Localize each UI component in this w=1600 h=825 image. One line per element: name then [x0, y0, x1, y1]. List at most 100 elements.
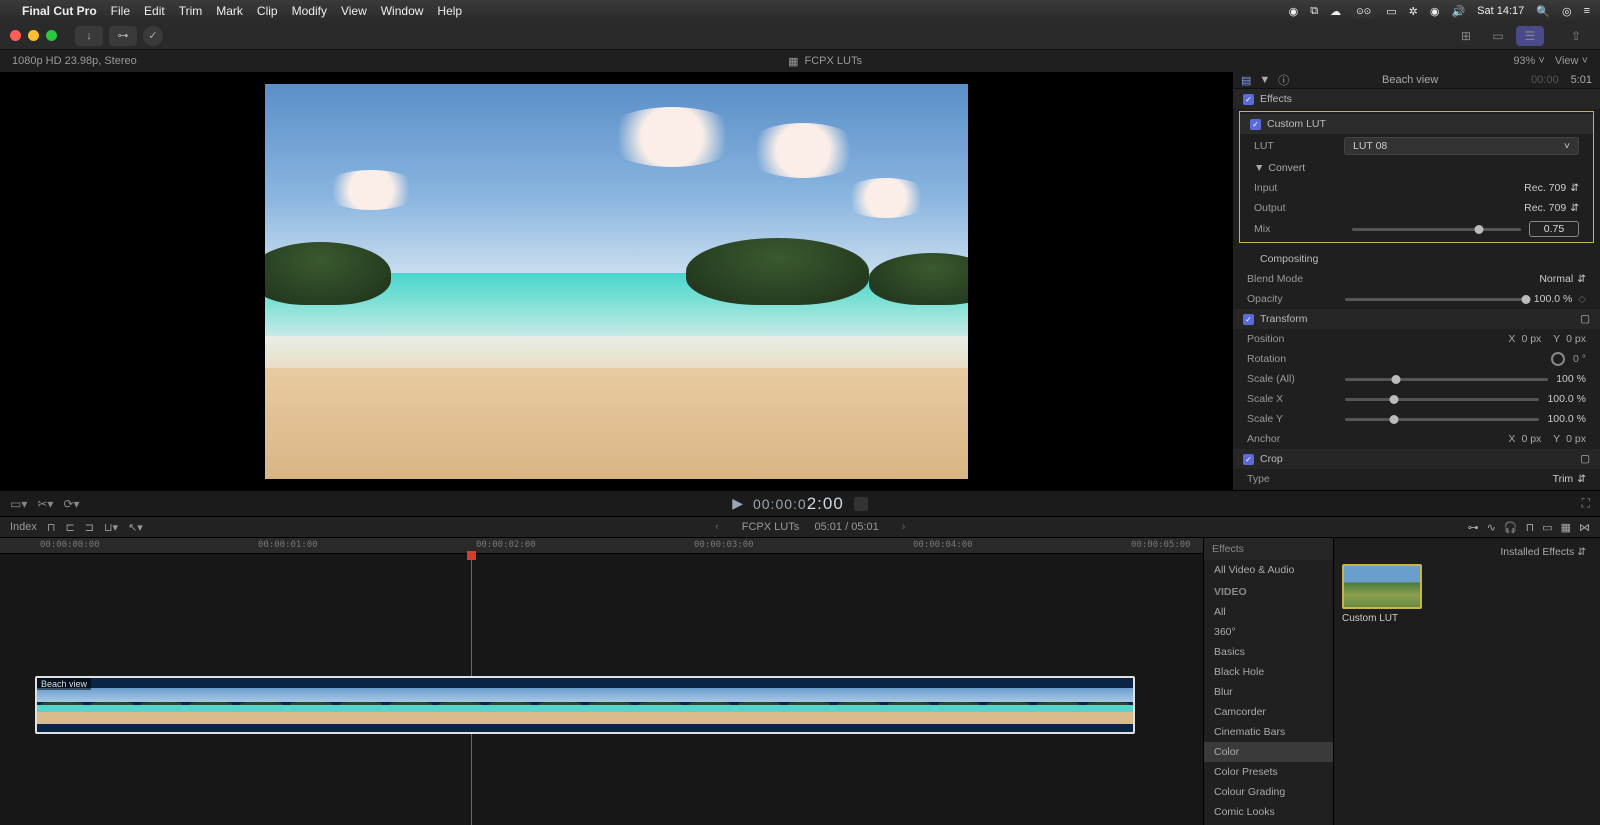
fullscreen-button[interactable]: ⛶ [1582, 496, 1590, 510]
scale-y-value[interactable]: 100.0 % [1547, 413, 1586, 425]
clip-appearance-button[interactable]: ▭▾ [10, 497, 27, 511]
audio-meter-icon[interactable] [854, 497, 868, 511]
menu-window[interactable]: Window [381, 4, 424, 18]
crop-checkbox[interactable]: ✓ [1243, 454, 1254, 465]
timeline-project-name[interactable]: FCPX LUTs [742, 521, 799, 533]
cc-icon[interactable]: ⊙⊙ [1353, 5, 1374, 18]
effects-section-header[interactable]: ✓ Effects [1233, 89, 1600, 109]
anchor-y-value[interactable]: 0 px [1566, 433, 1586, 445]
pos-x-value[interactable]: 0 px [1521, 333, 1541, 345]
timeline-tracks[interactable]: Beach view [0, 554, 1203, 825]
transform-checkbox[interactable]: ✓ [1243, 314, 1254, 325]
import-button[interactable]: ↓ [75, 26, 103, 46]
display-icon[interactable]: ▭ [1386, 5, 1396, 18]
notification-center-icon[interactable]: ≡ [1584, 5, 1590, 17]
scale-x-value[interactable]: 100.0 % [1547, 393, 1586, 405]
stepper-icon[interactable]: ⇵ [1577, 473, 1586, 485]
scale-x-slider[interactable] [1345, 398, 1539, 401]
custom-lut-checkbox[interactable]: ✓ [1250, 119, 1261, 130]
rotation-dial-icon[interactable] [1551, 352, 1565, 366]
crop-header[interactable]: ✓ Crop ▢ [1233, 449, 1600, 469]
custom-lut-effect[interactable]: ✓ Custom LUT LUT LUT 08˅ ▼ Convert Input… [1239, 111, 1594, 243]
info-tab-icon[interactable]: ⓘ [1278, 72, 1289, 88]
convert-disclosure[interactable]: ▼ Convert [1240, 158, 1593, 178]
mix-slider[interactable] [1352, 228, 1521, 231]
menu-edit[interactable]: Edit [144, 4, 165, 18]
mix-value-input[interactable]: 0.75 [1529, 221, 1579, 237]
compositing-header[interactable]: Compositing [1233, 245, 1600, 269]
crop-type-value[interactable]: Trim [1553, 473, 1574, 485]
viewer-canvas[interactable] [0, 72, 1232, 490]
effects-category-item[interactable]: Color [1204, 742, 1333, 762]
clock-text[interactable]: Sat 14:17 [1477, 5, 1524, 17]
arrow-tool-button[interactable]: ↖▾ [128, 521, 143, 534]
connect-clip-button[interactable]: ⊓ [47, 521, 56, 534]
spotlight-sync-icon[interactable]: ✲ [1409, 5, 1418, 18]
effects-category-item[interactable]: Color Presets [1204, 762, 1333, 782]
project-title[interactable]: ▦ FCPX LUTs [788, 55, 862, 68]
effects-category-item[interactable]: Camcorder [1204, 702, 1333, 722]
index-button[interactable]: Index [10, 521, 37, 533]
append-clip-button[interactable]: ⊐ [85, 521, 94, 534]
prev-edit-button[interactable]: ‹ [715, 521, 719, 533]
color-tab-icon[interactable]: ▼ [1259, 74, 1270, 86]
effect-thumbnail[interactable]: Custom LUT [1342, 564, 1422, 624]
close-window-button[interactable] [10, 30, 21, 41]
transitions-browser-button[interactable]: ⋈ [1579, 521, 1590, 534]
menu-modify[interactable]: Modify [292, 4, 327, 18]
opacity-slider[interactable] [1345, 298, 1526, 301]
menu-trim[interactable]: Trim [179, 4, 203, 18]
transform-header[interactable]: ✓ Transform ▢ [1233, 309, 1600, 329]
menu-file[interactable]: File [111, 4, 130, 18]
keyframe-icon[interactable]: ◇ [1578, 294, 1586, 305]
siri-icon[interactable]: ◎ [1562, 5, 1572, 18]
keyword-button[interactable]: ⊶ [109, 26, 137, 46]
dropbox-icon[interactable]: ⧉ [1310, 5, 1318, 18]
stepper-icon[interactable]: ⇵ [1577, 273, 1586, 285]
timeline-layout-button[interactable]: ▭ [1484, 26, 1512, 46]
scale-all-slider[interactable] [1345, 378, 1548, 381]
effects-category-item[interactable]: Black Hole [1204, 662, 1333, 682]
inspector-layout-button[interactable]: ☰ [1516, 26, 1544, 46]
next-edit-button[interactable]: › [902, 521, 906, 533]
effects-category-item[interactable]: Comic Looks [1204, 802, 1333, 822]
cloud-icon[interactable]: ☁ [1330, 5, 1341, 18]
effects-category-item[interactable]: Colour Grading [1204, 782, 1333, 802]
effects-checkbox[interactable]: ✓ [1243, 94, 1254, 105]
menu-clip[interactable]: Clip [257, 4, 278, 18]
snapping-button[interactable]: ⊓ [1526, 521, 1535, 534]
timeline-clip[interactable]: Beach view [35, 676, 1135, 734]
effects-category-item[interactable]: Basics [1204, 642, 1333, 662]
timecode-display[interactable]: 00:00:02:00 [753, 494, 844, 514]
menu-mark[interactable]: Mark [216, 4, 243, 18]
stepper-icon[interactable]: ⇵ [1570, 182, 1579, 194]
effects-category-item[interactable]: All [1204, 602, 1333, 622]
effects-category-item[interactable]: Cinematic Bars [1204, 722, 1333, 742]
overwrite-clip-button[interactable]: ⊔▾ [104, 521, 118, 534]
menu-help[interactable]: Help [437, 4, 462, 18]
retiming-button[interactable]: ⟳▾ [63, 497, 79, 511]
zoom-window-button[interactable] [46, 30, 57, 41]
menu-view[interactable]: View [341, 4, 367, 18]
input-value[interactable]: Rec. 709 [1524, 182, 1566, 194]
blend-value[interactable]: Normal [1539, 273, 1573, 285]
video-tab-icon[interactable]: ▤ [1241, 74, 1251, 87]
share-button[interactable]: ⇧ [1562, 26, 1590, 46]
skimming-button[interactable]: ⊶ [1468, 521, 1479, 534]
scale-all-value[interactable]: 100 % [1556, 373, 1586, 385]
opacity-value[interactable]: 100.0 % [1534, 293, 1573, 305]
app-name[interactable]: Final Cut Pro [22, 4, 97, 18]
insert-clip-button[interactable]: ⊏ [66, 521, 75, 534]
effects-category-item[interactable]: 360° [1204, 622, 1333, 642]
lut-dropdown[interactable]: LUT 08˅ [1344, 137, 1579, 155]
anchor-x-value[interactable]: 0 px [1521, 433, 1541, 445]
onscreen-controls-icon[interactable]: ▢ [1580, 313, 1590, 325]
installed-effects-dropdown[interactable]: Installed Effects ⇵ [1342, 546, 1592, 564]
search-icon[interactable]: 🔍 [1536, 5, 1550, 18]
audio-skimming-button[interactable]: ∿ [1487, 521, 1496, 534]
wifi-icon[interactable]: ◉ [1430, 5, 1440, 18]
view-menu[interactable]: View ˅ [1555, 55, 1588, 67]
record-icon[interactable]: ◉ [1289, 5, 1299, 18]
minimize-window-button[interactable] [28, 30, 39, 41]
tools-button[interactable]: ✂▾ [37, 497, 53, 511]
